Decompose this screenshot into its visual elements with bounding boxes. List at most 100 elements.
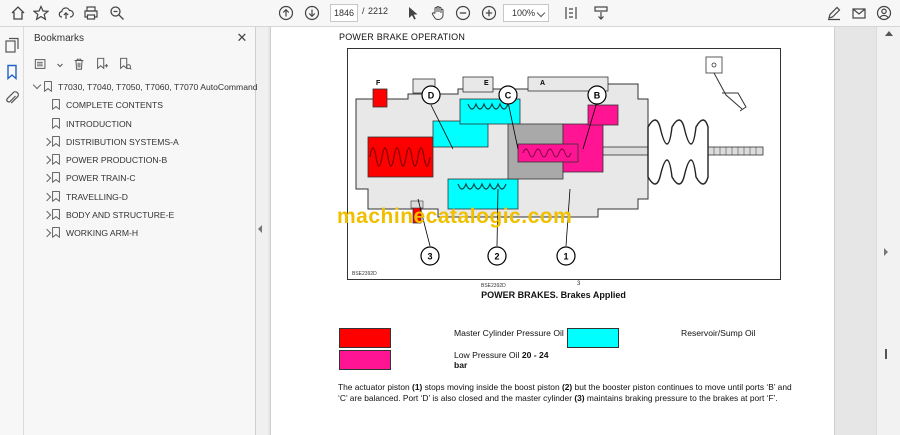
bookmark-item[interactable]: WORKING ARM-H bbox=[24, 225, 256, 243]
page-number-input[interactable]: 1846 bbox=[330, 4, 358, 22]
scrollbar-thumb[interactable] bbox=[885, 349, 887, 359]
port-label-a: A bbox=[540, 80, 545, 87]
chevron-right-icon[interactable] bbox=[42, 229, 52, 238]
chevron-right-icon[interactable] bbox=[42, 174, 52, 183]
prev-page-icon[interactable] bbox=[275, 3, 297, 23]
figure-caption: POWER BRAKES. Brakes Applied bbox=[481, 290, 626, 300]
brake-cylinder-drawing: D C B 3 2 1 F E A BSE2392D bbox=[352, 56, 764, 277]
legend-label-master: Master Cylinder Pressure Oil bbox=[454, 328, 564, 338]
bookmark-item[interactable]: TRAVELLING-D bbox=[24, 189, 256, 207]
port-label-f: F bbox=[376, 80, 381, 87]
bookmark-label: DISTRIBUTION SYSTEMS-A bbox=[66, 136, 179, 147]
bookmark-icon[interactable] bbox=[4, 64, 20, 81]
component-reference: (3) bbox=[574, 392, 585, 403]
bookmark-item[interactable]: DISTRIBUTION SYSTEMS-A bbox=[24, 134, 256, 152]
bookmark-label: WORKING ARM-H bbox=[66, 228, 139, 239]
legend-label-low-pressure: Low Pressure Oil 20 - 24 bar bbox=[454, 350, 549, 370]
bookmark-item[interactable]: INTRODUCTION bbox=[24, 116, 256, 134]
bookmark-icon bbox=[52, 99, 60, 111]
legend-label-reservoir: Reservoir/Sump Oil bbox=[681, 328, 756, 338]
chevron-right-icon[interactable] bbox=[42, 210, 52, 220]
chevron-right-icon[interactable] bbox=[42, 192, 52, 202]
legend-swatch-reservoir bbox=[567, 328, 619, 348]
pdf-viewer: 1846 / 2212 100% Bookmarks ✕ T7030, T704… bbox=[0, 0, 900, 435]
figure-code: BSE2392D bbox=[352, 271, 377, 277]
bookmark-icon bbox=[52, 117, 60, 129]
account-icon[interactable] bbox=[873, 3, 895, 23]
collapse-panel-arrow-icon[interactable] bbox=[258, 225, 262, 233]
bookmark-icon bbox=[44, 81, 52, 93]
hand-tool-icon[interactable] bbox=[427, 3, 449, 23]
bookmark-item[interactable]: POWER TRAIN-C bbox=[24, 170, 256, 188]
zoom-level-value: 100% bbox=[512, 8, 536, 18]
callout-c: C bbox=[505, 91, 512, 101]
bookmarks-panel: Bookmarks ✕ T7030, T7040, T7050, T7060, … bbox=[24, 27, 258, 435]
figure-code-small: BSE2392D bbox=[481, 283, 506, 289]
options-menu-icon[interactable] bbox=[34, 57, 48, 71]
bookmarks-panel-title: Bookmarks bbox=[34, 33, 85, 44]
bookmark-icon bbox=[52, 172, 60, 184]
vertical-scrollbar[interactable] bbox=[876, 27, 900, 435]
attachment-icon[interactable] bbox=[4, 90, 20, 106]
add-bookmark-icon[interactable] bbox=[95, 57, 109, 71]
print-icon[interactable] bbox=[80, 3, 102, 23]
zoom-search-icon[interactable] bbox=[106, 3, 128, 23]
zoom-out-icon[interactable] bbox=[452, 3, 474, 23]
port-label-e: E bbox=[484, 80, 489, 87]
bookmark-icon bbox=[52, 227, 60, 239]
thumbnails-icon[interactable] bbox=[4, 37, 20, 53]
page-total: 2212 bbox=[368, 6, 389, 16]
chevron-down-icon[interactable] bbox=[32, 80, 42, 90]
zoom-in-icon[interactable] bbox=[478, 3, 500, 23]
text-run: stops moving inside the boost piston bbox=[422, 382, 562, 392]
watermark-text: machinecatalogic.com bbox=[337, 205, 573, 228]
email-icon[interactable] bbox=[848, 3, 870, 23]
section-heading: POWER BRAKE OPERATION bbox=[339, 32, 466, 42]
scroll-mode-icon[interactable] bbox=[590, 3, 612, 23]
find-bookmark-icon[interactable] bbox=[118, 57, 132, 71]
bookmark-icon bbox=[52, 190, 60, 202]
brake-diagram: D C B 3 2 1 F E A BSE2392D bbox=[347, 48, 781, 280]
bookmarks-toolbar bbox=[34, 55, 132, 73]
cloud-upload-icon[interactable] bbox=[55, 3, 77, 23]
bookmark-item[interactable]: COMPLETE CONTENTS bbox=[24, 97, 256, 115]
delete-bookmark-icon[interactable] bbox=[72, 57, 86, 71]
bookmark-item[interactable]: BODY AND STRUCTURE-E bbox=[24, 207, 256, 225]
expand-panel-arrow-icon[interactable] bbox=[884, 248, 888, 256]
chevron-right-icon[interactable] bbox=[42, 137, 52, 147]
sign-pen-icon[interactable] bbox=[823, 3, 845, 23]
bookmark-label: POWER TRAIN-C bbox=[66, 173, 136, 184]
bookmark-label: POWER PRODUCTION-B bbox=[66, 155, 168, 166]
select-cursor-icon[interactable] bbox=[402, 3, 424, 23]
bookmark-icon bbox=[52, 136, 60, 148]
component-reference: (1) bbox=[412, 382, 423, 392]
bookmark-icon bbox=[52, 154, 60, 166]
callout-b: B bbox=[594, 91, 601, 101]
callout-1: 1 bbox=[563, 252, 568, 262]
bookmark-icon bbox=[52, 209, 60, 221]
figure-number: 3 bbox=[577, 281, 581, 287]
description-paragraph: The actuator piston (1) stops moving ins… bbox=[338, 382, 798, 404]
legend-swatch-low-pressure bbox=[339, 350, 391, 370]
fit-page-icon[interactable] bbox=[560, 3, 582, 23]
bookmark-label: T7030, T7040, T7050, T7060, T7070 AutoCo… bbox=[58, 82, 258, 92]
callout-d: D bbox=[428, 91, 435, 101]
bookmark-label: TRAVELLING-D bbox=[66, 191, 128, 202]
legend-swatch-master bbox=[339, 328, 391, 348]
component-reference: (2) bbox=[561, 382, 573, 392]
bookmark-item[interactable]: T7030, T7040, T7050, T7060, T7070 AutoCo… bbox=[24, 79, 258, 97]
bookmark-label: COMPLETE CONTENTS bbox=[66, 100, 163, 111]
chevron-right-icon[interactable] bbox=[42, 155, 52, 165]
close-icon[interactable]: ✕ bbox=[234, 30, 250, 46]
home-icon[interactable] bbox=[7, 3, 29, 23]
next-page-icon[interactable] bbox=[301, 3, 323, 23]
bookmark-label: BODY AND STRUCTURE-E bbox=[66, 210, 175, 221]
text-run: maintains braking pressure to the brakes… bbox=[584, 392, 778, 403]
zoom-level-select[interactable]: 100% bbox=[503, 4, 549, 22]
page-separator: / bbox=[362, 6, 365, 16]
left-navigation-rail bbox=[0, 27, 24, 435]
star-icon[interactable] bbox=[30, 3, 52, 23]
scroll-up-icon[interactable] bbox=[885, 31, 893, 36]
bookmark-item[interactable]: POWER PRODUCTION-B bbox=[24, 152, 256, 170]
chevron-down-icon[interactable] bbox=[57, 57, 63, 71]
